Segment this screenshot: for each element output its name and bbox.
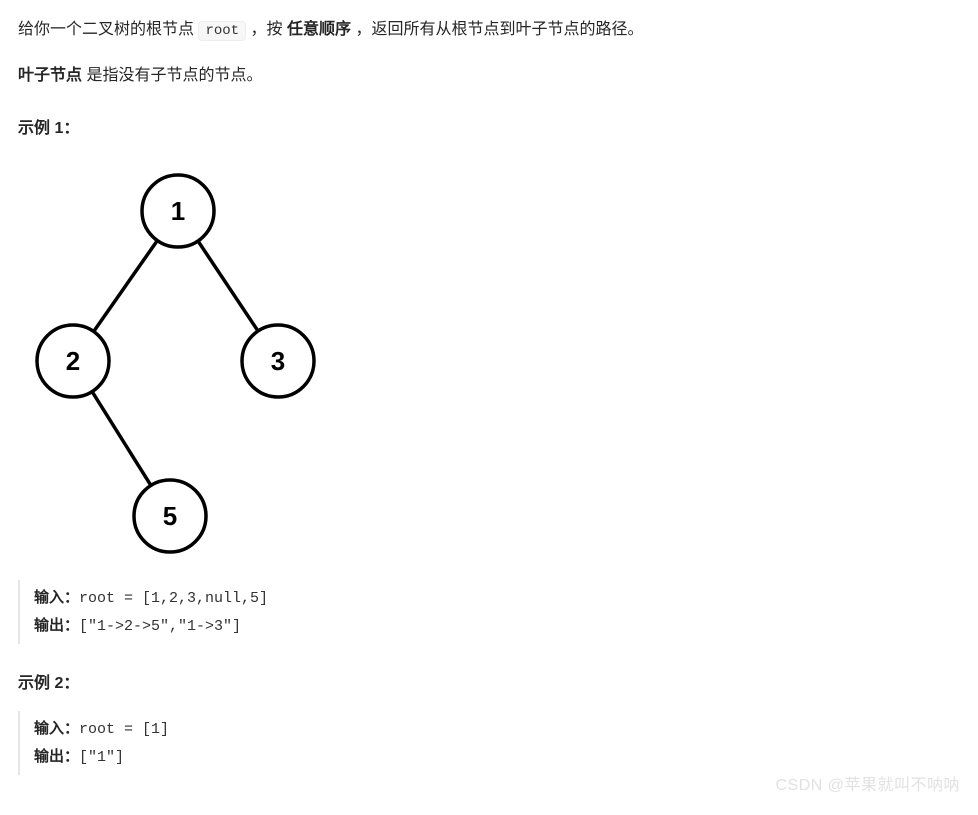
example1-output-row: 输出：["1->2->5","1->3"]	[34, 612, 960, 640]
tree-edge	[92, 392, 151, 486]
tree-node-label: 3	[271, 346, 285, 376]
intro-text-2: ，按	[251, 21, 287, 38]
output-label: 输出：	[34, 617, 79, 634]
intro-text-3: ，返回所有从根节点到叶子节点的路径。	[355, 21, 643, 38]
tree-edge	[198, 241, 258, 331]
intro-text-1: 给你一个二叉树的根节点	[18, 21, 198, 38]
tree-node-label: 1	[171, 196, 185, 226]
input-label-2: 输入：	[34, 720, 79, 737]
tree-node-label: 2	[66, 346, 80, 376]
example1-title: 示例 1：	[18, 115, 960, 142]
example2-io: 输入：root = [1] 输出：["1"]	[18, 711, 960, 775]
example1-input-value: root = [1,2,3,null,5]	[79, 590, 268, 607]
example1-output-value: ["1->2->5","1->3"]	[79, 618, 241, 635]
example2-title: 示例 2：	[18, 670, 960, 697]
example2-input-value: root = [1]	[79, 721, 169, 738]
input-label: 输入：	[34, 589, 79, 606]
tree-diagram: 1 2 3 5	[18, 156, 338, 566]
example2-output-value: ["1"]	[79, 749, 124, 766]
leaf-def-paragraph: 叶子节点 是指没有子节点的节点。	[18, 62, 960, 89]
output-label-2: 输出：	[34, 748, 79, 765]
intro-paragraph: 给你一个二叉树的根节点 root ，按 任意顺序 ，返回所有从根节点到叶子节点的…	[18, 16, 960, 44]
tree-edge	[94, 241, 158, 332]
example2-output-row: 输出：["1"]	[34, 743, 960, 771]
code-root: root	[198, 21, 246, 41]
tree-node-label: 5	[163, 501, 177, 531]
intro-bold: 任意顺序	[287, 21, 351, 38]
example2-input-row: 输入：root = [1]	[34, 715, 960, 743]
example1-io: 输入：root = [1,2,3,null,5] 输出：["1->2->5","…	[18, 580, 960, 644]
leaf-def-bold: 叶子节点	[18, 67, 82, 84]
watermark: CSDN @苹果就叫不呐呐	[775, 772, 960, 799]
example1-input-row: 输入：root = [1,2,3,null,5]	[34, 584, 960, 612]
leaf-def-rest: 是指没有子节点的节点。	[86, 67, 262, 84]
